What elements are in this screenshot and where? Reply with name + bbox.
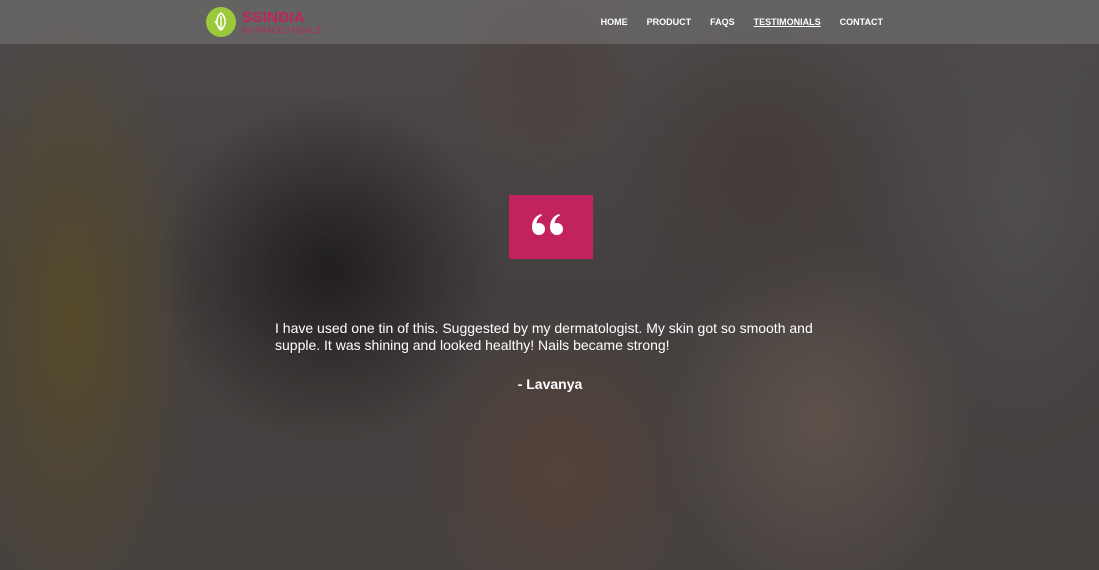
nav-home[interactable]: HOME — [601, 17, 628, 27]
brand-logo[interactable]: SSINDIA NUTRACEUTICALS — [206, 6, 321, 38]
quote-badge — [509, 195, 593, 259]
top-navbar: SSINDIA NUTRACEUTICALS HOME PRODUCT FAQS… — [0, 0, 1099, 44]
testimonial-hero: SSINDIA NUTRACEUTICALS HOME PRODUCT FAQS… — [0, 0, 1099, 570]
nav-faqs[interactable]: FAQS — [710, 17, 735, 27]
brand-tagline: NUTRACEUTICALS — [242, 25, 322, 35]
brand-name: SSINDIA — [242, 8, 305, 26]
nav-contact[interactable]: CONTACT — [840, 17, 883, 27]
leaf-icon — [206, 7, 236, 37]
nav-menu: HOME PRODUCT FAQS TESTIMONIALS CONTACT — [582, 0, 883, 44]
testimonial-author: - Lavanya — [517, 376, 583, 392]
nav-testimonials[interactable]: TESTIMONIALS — [754, 17, 821, 27]
testimonial-text: I have used one tin of this. Suggested b… — [275, 320, 813, 353]
background-overlay — [0, 0, 1099, 570]
nav-product[interactable]: PRODUCT — [647, 17, 692, 27]
quote-icon — [532, 214, 563, 235]
